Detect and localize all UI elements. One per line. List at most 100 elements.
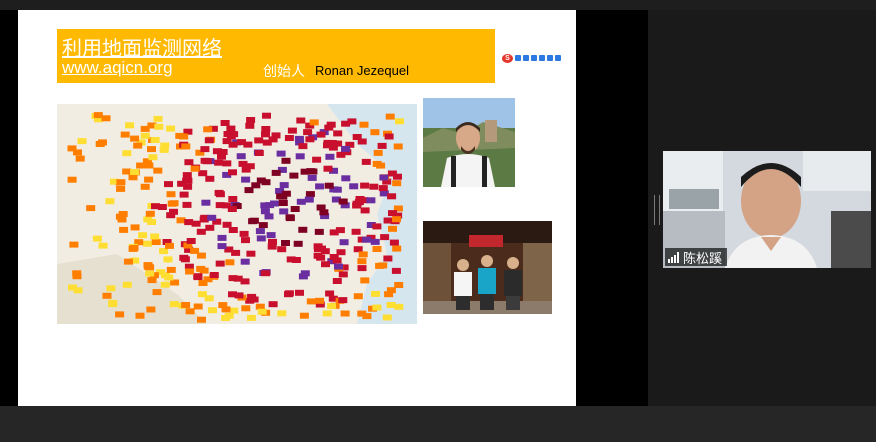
aqi-station-marker (375, 262, 385, 269)
aqi-station-marker (157, 204, 167, 210)
aqi-station-marker (303, 129, 313, 136)
aqi-station-marker (372, 223, 382, 230)
aqi-station-marker (138, 232, 148, 239)
aqi-station-marker (369, 183, 379, 190)
aqi-station-marker (349, 183, 359, 190)
aqi-station-marker (316, 254, 326, 261)
aqi-station-marker (93, 112, 103, 119)
aqi-station-marker (386, 302, 396, 308)
aqi-station-marker (276, 150, 286, 157)
aqi-station-marker (268, 238, 277, 245)
aqi-station-marker (281, 190, 291, 197)
aqi-station-marker (228, 227, 238, 233)
participant-video-tile[interactable]: 陈松蹊 (663, 151, 871, 268)
aqi-station-marker (307, 174, 317, 181)
aqi-station-marker (86, 205, 96, 212)
aqi-station-marker (245, 122, 255, 129)
aqi-station-marker (119, 226, 129, 233)
presentation-slide: 利用地面监测网络 www.aqicn.org 创始人 Ronan Jezeque… (18, 10, 576, 406)
aqi-station-marker (296, 198, 306, 205)
aqi-station-marker (146, 306, 156, 313)
aqi-station-marker (388, 210, 397, 217)
aqi-station-marker (130, 169, 140, 175)
panel-resize-handle[interactable] (654, 195, 660, 225)
ime-toolbar[interactable]: S (502, 53, 568, 63)
aqi-station-marker (72, 270, 82, 277)
aqi-station-marker (193, 303, 203, 310)
aqi-station-marker (240, 278, 250, 285)
aqi-station-marker (304, 196, 314, 203)
ime-microphone-icon[interactable] (531, 55, 537, 61)
aqi-station-marker (186, 238, 196, 244)
sogou-ime-icon[interactable]: S (502, 53, 513, 63)
aqi-station-marker (243, 141, 253, 148)
aqi-station-marker (395, 118, 404, 125)
aqi-station-marker (316, 131, 326, 138)
aqi-station-marker (151, 239, 161, 245)
ime-tools-icon[interactable] (555, 55, 561, 61)
aqi-station-marker (378, 185, 388, 192)
aqi-station-marker (241, 176, 251, 183)
ime-skin-icon[interactable] (547, 55, 553, 61)
aqi-station-marker (324, 182, 334, 189)
aqi-station-marker (379, 174, 389, 181)
ime-chinese-icon[interactable] (515, 55, 521, 61)
aqi-station-marker (258, 222, 268, 229)
aqi-station-marker (222, 160, 232, 167)
ime-punctuation-icon[interactable] (523, 55, 529, 61)
aqi-station-marker (108, 299, 118, 306)
aqi-station-marker (196, 228, 206, 235)
aqi-station-marker (196, 265, 206, 272)
aqi-station-marker (286, 256, 296, 263)
aqi-station-marker (391, 267, 401, 274)
aqi-station-marker (306, 298, 316, 305)
aqi-station-marker (236, 153, 246, 160)
aqi-station-marker (312, 156, 322, 163)
slide-url: www.aqicn.org (62, 58, 173, 77)
aqi-station-marker (228, 291, 237, 298)
aqi-station-marker (315, 297, 325, 304)
aqi-station-marker (325, 153, 335, 160)
aqi-station-marker (166, 266, 176, 273)
aqi-station-marker (357, 258, 367, 265)
ime-keyboard-icon[interactable] (539, 55, 545, 61)
aqi-station-marker (179, 133, 189, 140)
founder-name: Ronan Jezequel (315, 63, 409, 78)
aqi-station-marker (152, 289, 162, 296)
aqi-station-marker (240, 258, 250, 265)
aqi-station-marker (164, 181, 173, 188)
aqi-station-marker (326, 121, 336, 128)
aqi-station-marker (205, 224, 215, 231)
aqi-station-marker (106, 285, 116, 292)
aqi-station-marker (279, 208, 289, 215)
aqi-station-marker (321, 261, 330, 268)
aqi-station-marker (102, 292, 112, 299)
aqi-station-marker (392, 216, 401, 223)
aqi-station-marker (328, 144, 338, 151)
aqi-station-marker (241, 305, 251, 312)
aqi-station-marker (376, 162, 386, 169)
aqi-station-marker (133, 142, 143, 149)
aqi-station-marker (372, 246, 382, 252)
aqi-station-marker (377, 142, 387, 149)
aqi-station-marker (271, 169, 281, 176)
aqi-station-marker (204, 137, 214, 144)
aqi-station-marker (198, 280, 208, 286)
aqi-station-marker (142, 240, 152, 247)
aqi-station-marker (218, 302, 228, 309)
aqi-station-marker (322, 310, 332, 317)
aqi-station-marker (122, 150, 132, 157)
aqi-station-marker (208, 307, 217, 314)
aqi-station-marker (333, 130, 343, 137)
aqi-station-marker (262, 139, 272, 146)
aqi-station-marker (285, 215, 295, 222)
aqi-station-marker (181, 302, 191, 308)
aqi-station-marker (248, 218, 258, 225)
aqi-station-marker (295, 153, 305, 160)
aqi-station-marker (136, 162, 146, 169)
aqi-station-marker (124, 258, 133, 265)
aqi-station-marker (372, 304, 382, 311)
aqi-station-marker (153, 167, 163, 174)
aqi-station-marker (353, 246, 363, 253)
aqi-station-marker (215, 260, 225, 267)
